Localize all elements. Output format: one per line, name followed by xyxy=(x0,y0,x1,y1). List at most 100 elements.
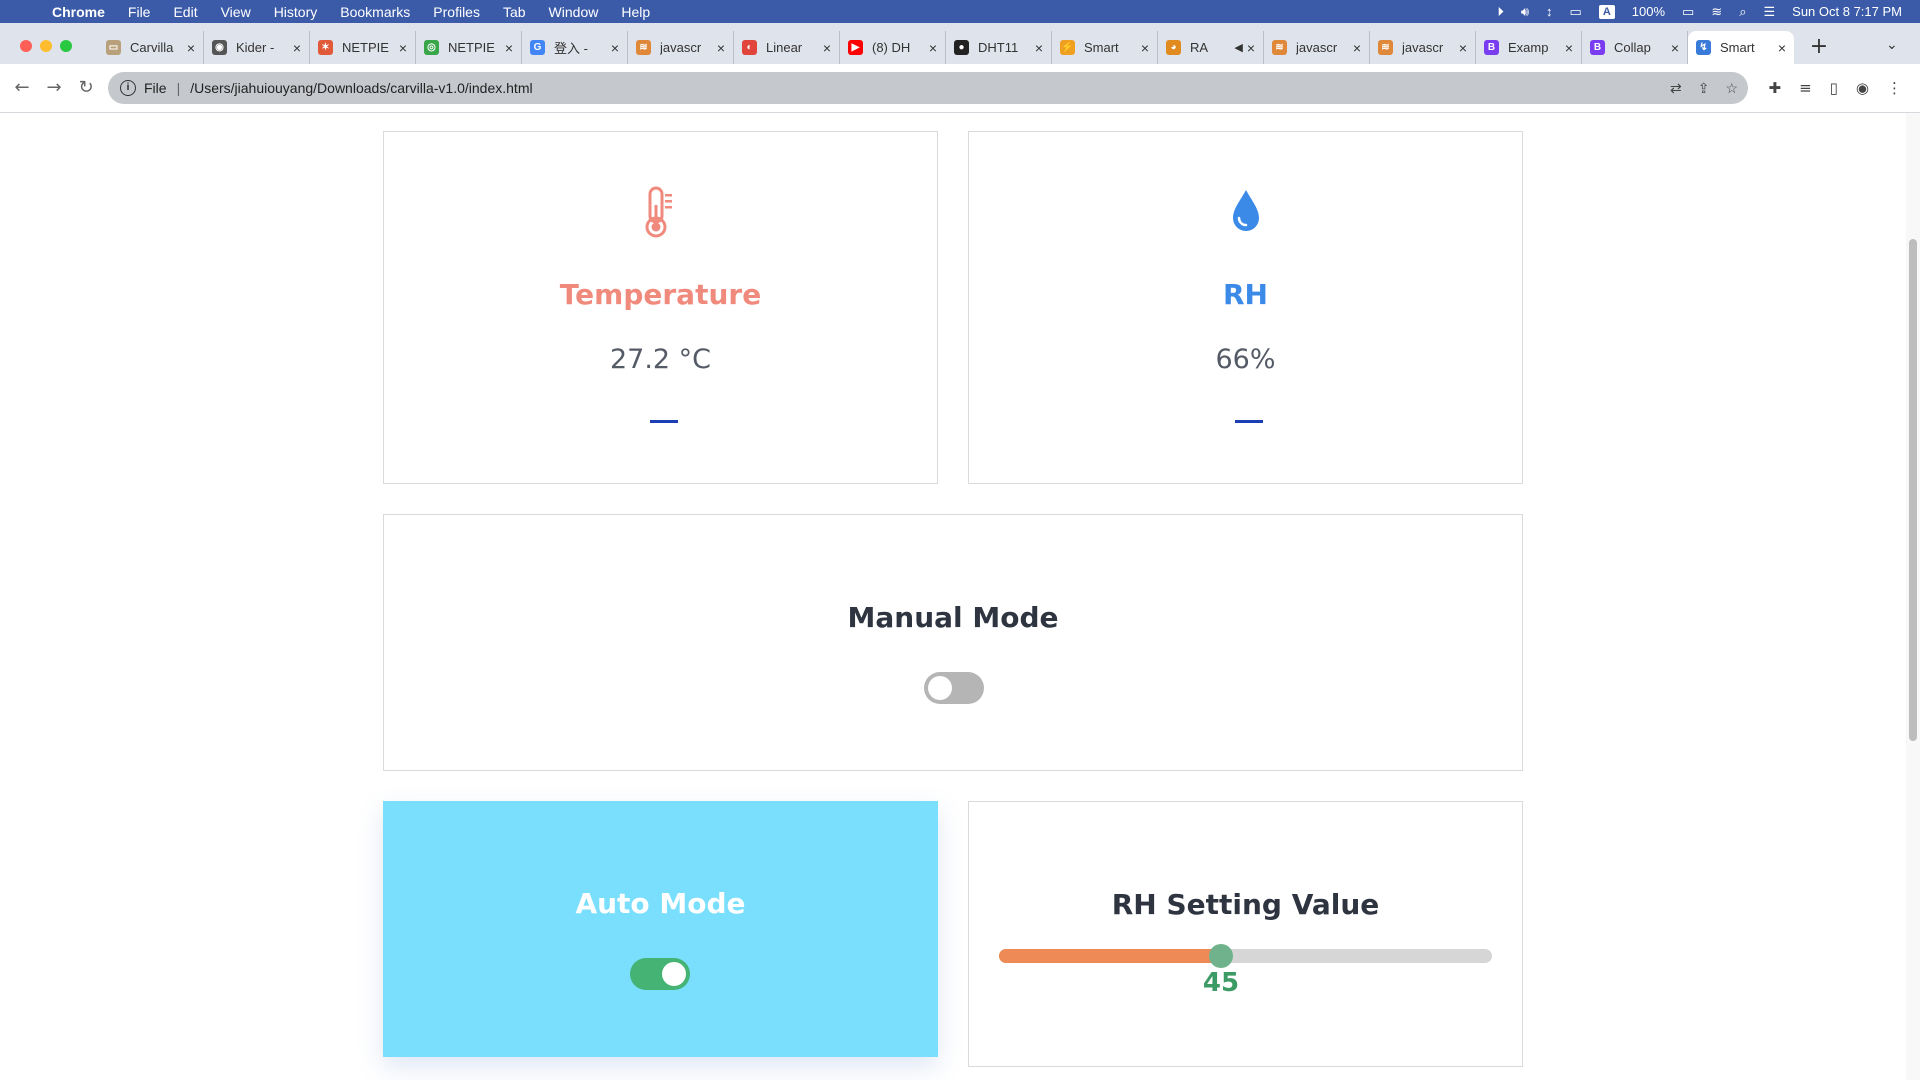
tab-close-icon[interactable]: × xyxy=(1247,40,1255,56)
side-panel-icon[interactable]: ▯ xyxy=(1830,79,1838,97)
rh-setting-slider-fill xyxy=(999,949,1221,963)
manual-mode-toggle-knob xyxy=(928,676,952,700)
translate-icon[interactable]: ⇄ xyxy=(1670,80,1682,97)
tab-muted-speaker-icon[interactable]: ◀ xyxy=(1234,41,1242,54)
menu-history[interactable]: History xyxy=(274,4,318,20)
browser-tab[interactable]: G 登入 - × xyxy=(522,31,628,64)
manual-mode-toggle[interactable] xyxy=(924,672,984,704)
tab-favicon-icon: ≋ xyxy=(1378,40,1393,55)
manual-mode-title: Manual Mode xyxy=(847,601,1059,634)
auto-mode-toggle-knob xyxy=(662,962,686,986)
menu-bookmarks[interactable]: Bookmarks xyxy=(340,4,410,20)
tab-close-icon[interactable]: × xyxy=(293,40,301,56)
tab-favicon-icon: ▶ xyxy=(848,40,863,55)
reading-list-icon[interactable]: ≡ xyxy=(1799,79,1812,97)
tab-close-icon[interactable]: × xyxy=(505,40,513,56)
tab-favicon-icon: ✶ xyxy=(318,40,333,55)
tab-favicon-icon: ● xyxy=(954,40,969,55)
control-center-icon[interactable]: ☰ xyxy=(1764,4,1776,20)
bookmark-star-icon[interactable]: ☆ xyxy=(1725,80,1738,97)
wifi-icon[interactable]: ≋ xyxy=(1711,4,1722,20)
tab-title: Kider - xyxy=(236,40,275,55)
menu-file[interactable]: File xyxy=(128,4,151,20)
tab-close-icon[interactable]: × xyxy=(1778,40,1786,56)
browser-tab[interactable]: ⚡ Smart × xyxy=(1052,31,1158,64)
tab-close-icon[interactable]: × xyxy=(611,40,619,56)
page-scrollbar-thumb[interactable] xyxy=(1909,239,1917,741)
browser-tab[interactable]: ◉ Kider - × xyxy=(204,31,310,64)
extensions-puzzle-icon[interactable]: ✚ xyxy=(1768,79,1781,97)
menu-tab[interactable]: Tab xyxy=(503,4,526,20)
display-icon[interactable]: ▭ xyxy=(1570,4,1582,20)
keyboard-input-badge[interactable]: A xyxy=(1598,4,1615,19)
address-actions: ⇄ ⇪ ☆ xyxy=(1670,80,1738,97)
battery-icon[interactable]: ▭ xyxy=(1682,4,1694,20)
tab-close-icon[interactable]: × xyxy=(187,40,195,56)
temperature-divider xyxy=(650,420,678,423)
tab-close-icon[interactable]: × xyxy=(1671,40,1679,56)
temperature-title: Temperature xyxy=(559,278,762,311)
tab-close-icon[interactable]: × xyxy=(929,40,937,56)
zoom-window-button[interactable] xyxy=(60,40,72,52)
spotlight-search-icon[interactable]: ⌕ xyxy=(1739,4,1746,20)
browser-tab[interactable]: ◕ RA ◀ × xyxy=(1158,31,1264,64)
browser-tab[interactable]: ◐ Linear × xyxy=(734,31,840,64)
new-tab-button[interactable]: + xyxy=(1806,35,1832,61)
tab-title: RA xyxy=(1190,40,1209,55)
browser-toolbar: ← → ↻ i File | /Users/jiahuiouyang/Downl… xyxy=(0,64,1920,113)
clock[interactable]: Sun Oct 8 7:17 PM xyxy=(1792,4,1902,19)
browser-tab[interactable]: B Examp × xyxy=(1476,31,1582,64)
rh-setting-slider-thumb[interactable] xyxy=(1209,944,1233,968)
menu-view[interactable]: View xyxy=(221,4,251,20)
menu-app-chrome[interactable]: Chrome xyxy=(52,4,105,20)
profile-avatar-icon[interactable]: ◉ xyxy=(1856,79,1869,97)
browser-tab[interactable]: B Collap × xyxy=(1582,31,1688,64)
tab-title: Smart xyxy=(1720,40,1755,55)
menu-edit[interactable]: Edit xyxy=(173,4,197,20)
browser-tab[interactable]: ● DHT11 × xyxy=(946,31,1052,64)
volume-icon[interactable]: 🔊︎ xyxy=(1521,4,1529,20)
tab-favicon-icon: B xyxy=(1484,40,1499,55)
forward-arrow-icon[interactable]: → xyxy=(42,77,66,98)
browser-tab[interactable]: ✶ NETPIE × xyxy=(310,31,416,64)
minimize-window-button[interactable] xyxy=(40,40,52,52)
manual-mode-card: Manual Mode xyxy=(383,514,1523,771)
browser-tab[interactable]: ≋ javascr × xyxy=(628,31,734,64)
auto-mode-toggle[interactable] xyxy=(630,958,690,990)
tab-search-chevron-icon[interactable]: ⌄ xyxy=(1886,37,1898,53)
browser-tab[interactable]: ▭ Carvilla × xyxy=(98,31,204,64)
more-menu-icon[interactable]: ⋮ xyxy=(1887,79,1902,97)
tab-favicon-icon: ≋ xyxy=(1272,40,1287,55)
site-info-icon[interactable]: i xyxy=(120,80,136,96)
close-window-button[interactable] xyxy=(20,40,32,52)
menu-help[interactable]: Help xyxy=(621,4,650,20)
menu-window[interactable]: Window xyxy=(549,4,599,20)
auto-mode-title: Auto Mode xyxy=(575,887,746,920)
back-arrow-icon[interactable]: ← xyxy=(10,77,34,98)
browser-tab[interactable]: ▶ (8) DH × xyxy=(840,31,946,64)
address-path[interactable]: /Users/jiahuiouyang/Downloads/carvilla-v… xyxy=(190,80,532,96)
battery-percent: 100% xyxy=(1631,4,1666,19)
browser-tab[interactable]: ≋ javascr × xyxy=(1370,31,1476,64)
tab-close-icon[interactable]: × xyxy=(1141,40,1149,56)
tab-close-icon[interactable]: × xyxy=(1565,40,1573,56)
tab-close-icon[interactable]: × xyxy=(1353,40,1361,56)
tab-close-icon[interactable]: × xyxy=(399,40,407,56)
tab-close-icon[interactable]: × xyxy=(1459,40,1467,56)
tab-close-icon[interactable]: × xyxy=(717,40,725,56)
address-bar[interactable]: i File | /Users/jiahuiouyang/Downloads/c… xyxy=(108,72,1748,104)
play-status-icon[interactable]: ⏵ xyxy=(1497,4,1504,20)
rh-setting-slider[interactable] xyxy=(999,944,1492,968)
extension-icons: ✚ ≡ ▯ ◉ ⋮ xyxy=(1768,79,1902,97)
browser-tab[interactable]: ≋ javascr × xyxy=(1264,31,1370,64)
tab-title: 登入 - xyxy=(554,41,588,56)
browser-tab[interactable]: ◎ NETPIE × xyxy=(416,31,522,64)
browser-tab[interactable]: ↯ Smart × xyxy=(1688,31,1794,64)
bluetooth-icon[interactable]: ↕ xyxy=(1546,4,1553,19)
reload-icon[interactable]: ↻ xyxy=(74,77,98,98)
humidity-divider xyxy=(1235,420,1263,423)
menu-profiles[interactable]: Profiles xyxy=(433,4,480,20)
tab-close-icon[interactable]: × xyxy=(1035,40,1043,56)
tab-close-icon[interactable]: × xyxy=(823,40,831,56)
share-icon[interactable]: ⇪ xyxy=(1698,80,1710,97)
